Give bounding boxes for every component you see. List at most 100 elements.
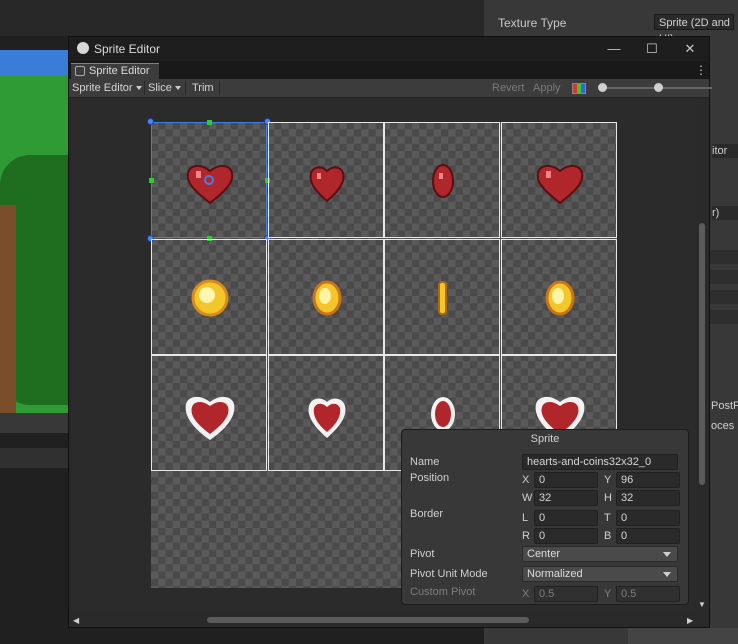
sprite-cell[interactable]	[267, 238, 384, 355]
inspector-editor-button[interactable]: itor	[712, 144, 738, 158]
custom-pivot-x-field[interactable]: 0.5	[534, 586, 598, 602]
texture-type-label: Texture Type	[498, 16, 567, 30]
coin-gold-edge-sprite	[438, 280, 447, 315]
toolbar: Sprite Editor Slice Trim Revert Apply	[69, 79, 712, 98]
sprite-cell[interactable]	[267, 122, 384, 238]
border-right-field[interactable]: 0	[534, 528, 598, 544]
slice-dropdown[interactable]: Slice	[146, 80, 183, 96]
b-label: B	[604, 530, 612, 542]
separator	[219, 81, 220, 95]
sprite-cell[interactable]	[151, 238, 267, 355]
scroll-down-icon[interactable]: ▼	[698, 600, 706, 609]
tab-sprite-editor[interactable]: Sprite Editor	[71, 63, 159, 79]
tab-label: Sprite Editor	[89, 65, 150, 77]
mode-dropdown[interactable]: Sprite Editor	[70, 80, 144, 96]
vertical-scrollbar[interactable]: ▼	[695, 98, 709, 613]
sprite-cell[interactable]	[384, 238, 500, 355]
width-field[interactable]: 32	[534, 490, 598, 506]
pivot-label: Pivot	[410, 548, 435, 560]
inspector-field[interactable]	[710, 250, 738, 264]
pivot-unit-value: Normalized	[527, 568, 583, 580]
inspector-field[interactable]	[710, 290, 738, 304]
chevron-down-icon	[135, 86, 142, 91]
heart-red-turn-sprite	[309, 166, 344, 203]
separator	[144, 81, 145, 95]
revert-button[interactable]: Revert	[490, 80, 526, 96]
border-label: Border	[410, 508, 444, 520]
scroll-left-icon[interactable]: ◀	[73, 616, 79, 625]
color-channel-icon[interactable]	[572, 83, 586, 94]
y-label: Y	[604, 474, 612, 486]
heart-red-side-sprite	[432, 164, 454, 198]
heart-red-sprite	[536, 165, 583, 205]
position-x-field[interactable]: 0	[534, 472, 598, 488]
texture-type-row: Texture Type Sprite (2D and UI)	[498, 14, 734, 45]
border-bottom-field[interactable]: 0	[616, 528, 680, 544]
texture-type-dropdown[interactable]: Sprite (2D and UI)	[654, 14, 734, 45]
resize-handle[interactable]	[147, 118, 154, 125]
coin-gold-turn-sprite	[545, 280, 574, 315]
position-label: Position	[410, 472, 450, 484]
inspector-field[interactable]	[710, 310, 738, 324]
heart-outline-turn-sprite	[308, 398, 345, 438]
scene-view[interactable]	[0, 50, 68, 413]
custom-pivot-y-label: Y	[604, 588, 612, 600]
maximize-button[interactable]: ☐	[637, 39, 667, 59]
position-y-field[interactable]: 96	[616, 472, 680, 488]
sprite-cell[interactable]	[151, 355, 267, 471]
sprite-editor-icon	[75, 66, 85, 76]
pivot-unit-mode-dropdown[interactable]: Normalized	[522, 566, 678, 582]
separator	[185, 81, 186, 95]
height-field[interactable]: 32	[616, 490, 680, 506]
minimize-button[interactable]: —	[599, 39, 629, 59]
l-label: L	[522, 512, 529, 524]
custom-pivot-y-field[interactable]: 0.5	[616, 586, 680, 602]
w-label: W	[522, 492, 533, 504]
inspector-field[interactable]	[710, 270, 738, 284]
panel-title: Sprite	[530, 433, 560, 445]
scene-bottom-bar	[0, 413, 68, 433]
scroll-right-icon[interactable]: ▶	[687, 616, 693, 625]
name-field[interactable]: hearts-and-coins32x32_0	[522, 454, 678, 470]
custom-pivot-x-label: X	[522, 588, 530, 600]
heart-outline-sprite	[185, 396, 235, 440]
r-label: R	[522, 530, 530, 542]
vertical-scroll-thumb[interactable]	[699, 223, 705, 485]
zoom-slider-knob[interactable]	[598, 83, 607, 92]
apply-button[interactable]: Apply	[531, 80, 563, 96]
slice-label: Slice	[148, 82, 172, 94]
chevron-down-icon	[174, 86, 181, 91]
border-handle[interactable]	[148, 177, 154, 183]
mip-slider-knob[interactable]	[654, 83, 663, 92]
horizontal-scroll-thumb[interactable]	[207, 617, 529, 623]
unity-logo-icon	[77, 42, 89, 54]
more-options-icon[interactable]: ⋮	[695, 63, 707, 77]
window-title: Sprite Editor	[94, 42, 161, 56]
border-top-field[interactable]: 0	[616, 510, 680, 526]
pivot-value: Center	[527, 548, 561, 560]
sprite-cell[interactable]	[384, 122, 500, 238]
sprite-cell[interactable]	[500, 122, 617, 238]
chevron-down-icon	[663, 572, 671, 577]
border-handle[interactable]	[206, 119, 212, 125]
scene-sky	[0, 50, 68, 76]
preview-strip	[628, 628, 738, 644]
scene-path	[0, 205, 16, 413]
trim-button[interactable]: Trim	[190, 80, 216, 96]
title-bar[interactable]: Sprite Editor — ☐ ✕	[69, 37, 709, 61]
t-label: T	[604, 512, 611, 524]
h-label: H	[604, 492, 612, 504]
tab-bar: Sprite Editor ⋮	[69, 61, 709, 79]
close-button[interactable]: ✕	[675, 39, 705, 59]
sprite-cell[interactable]	[267, 355, 384, 471]
name-label: Name	[410, 456, 440, 468]
border-left-field[interactable]: 0	[534, 510, 598, 526]
x-label: X	[522, 474, 530, 486]
sprite-cell[interactable]	[500, 238, 617, 355]
pivot-unit-mode-label: Pivot Unit Mode	[410, 568, 488, 580]
pivot-dropdown[interactable]: Center	[522, 546, 678, 562]
coin-gold-turn-sprite	[312, 280, 341, 315]
inspector-process-label: oces	[711, 420, 735, 432]
inspector-field-partial[interactable]: r)	[712, 206, 738, 220]
horizontal-scrollbar[interactable]: ◀ ▶	[69, 613, 709, 627]
